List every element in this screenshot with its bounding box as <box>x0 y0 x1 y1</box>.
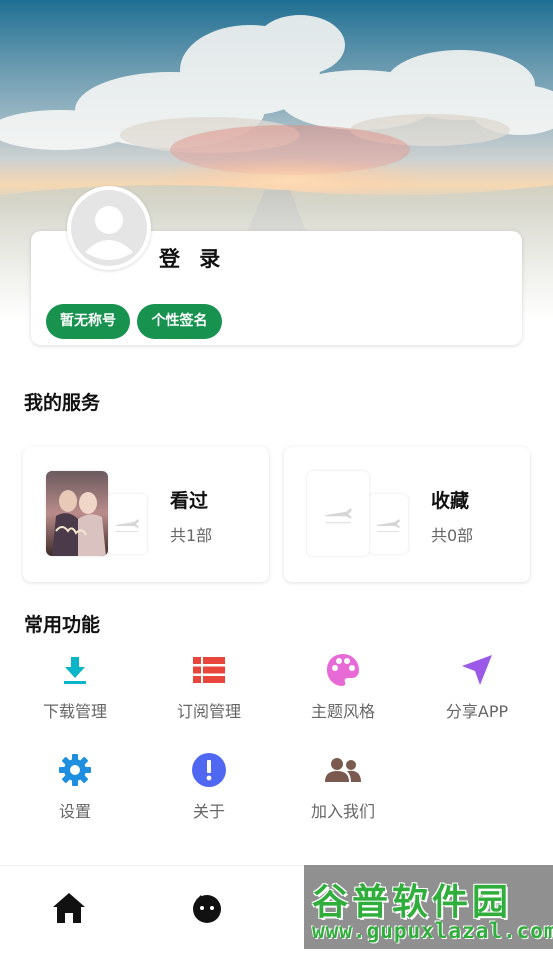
login-link[interactable]: 登 录 <box>159 243 226 273</box>
favorites-label: 收藏 <box>431 490 470 512</box>
list-icon <box>142 652 276 688</box>
nav-home[interactable] <box>49 888 89 928</box>
theme-style-button[interactable]: 主题风格 <box>276 652 410 722</box>
watermark-title: 谷普软件园 <box>312 882 513 923</box>
home-icon <box>53 893 85 923</box>
settings-label: 设置 <box>58 802 91 821</box>
download-manager-button[interactable]: 下载管理 <box>8 652 142 722</box>
watched-count: 共1部 <box>170 526 213 545</box>
palette-icon <box>276 652 410 688</box>
services-section-title: 我的服务 <box>24 392 101 414</box>
signature-tag[interactable]: 个性签名 <box>137 304 222 339</box>
download-manager-label: 下载管理 <box>42 702 107 721</box>
share-app-label: 分享APP <box>445 702 509 721</box>
discover-face-icon <box>193 895 221 923</box>
avatar[interactable] <box>67 186 151 270</box>
group-icon <box>276 752 410 788</box>
theme-style-label: 主题风格 <box>310 702 375 721</box>
join-us-button[interactable]: 加入我们 <box>276 752 410 822</box>
functions-section-title: 常用功能 <box>24 614 101 636</box>
about-label: 关于 <box>192 802 225 821</box>
airplane-placeholder-icon <box>107 494 147 554</box>
watermark-logo: 谷普软件园 www.gupuxlazal.com <box>304 865 553 949</box>
gear-icon <box>8 752 142 788</box>
share-app-button[interactable]: 分享APP <box>410 652 544 722</box>
subscription-manager-button[interactable]: 订阅管理 <box>142 652 276 722</box>
subscription-manager-label: 订阅管理 <box>176 702 241 721</box>
default-user-icon <box>85 206 133 260</box>
about-button[interactable]: 关于 <box>142 752 276 822</box>
download-icon <box>8 652 142 688</box>
airplane-placeholder-icon <box>368 494 408 554</box>
favorites-count: 共0部 <box>431 526 474 545</box>
title-tag[interactable]: 暂无称号 <box>46 304 130 339</box>
watermark-url: www.gupuxlazal.com <box>312 919 553 943</box>
nav-discover[interactable] <box>187 888 227 928</box>
send-icon <box>410 652 544 688</box>
airplane-placeholder-icon <box>307 471 369 556</box>
settings-button[interactable]: 设置 <box>8 752 142 822</box>
watched-card[interactable]: 看过 共1部 <box>23 447 269 582</box>
join-us-label: 加入我们 <box>310 802 375 821</box>
movie-poster-thumbnail <box>46 471 108 556</box>
watched-label: 看过 <box>170 490 209 512</box>
favorites-card[interactable]: 收藏 共0部 <box>284 447 530 582</box>
info-icon <box>142 752 276 788</box>
